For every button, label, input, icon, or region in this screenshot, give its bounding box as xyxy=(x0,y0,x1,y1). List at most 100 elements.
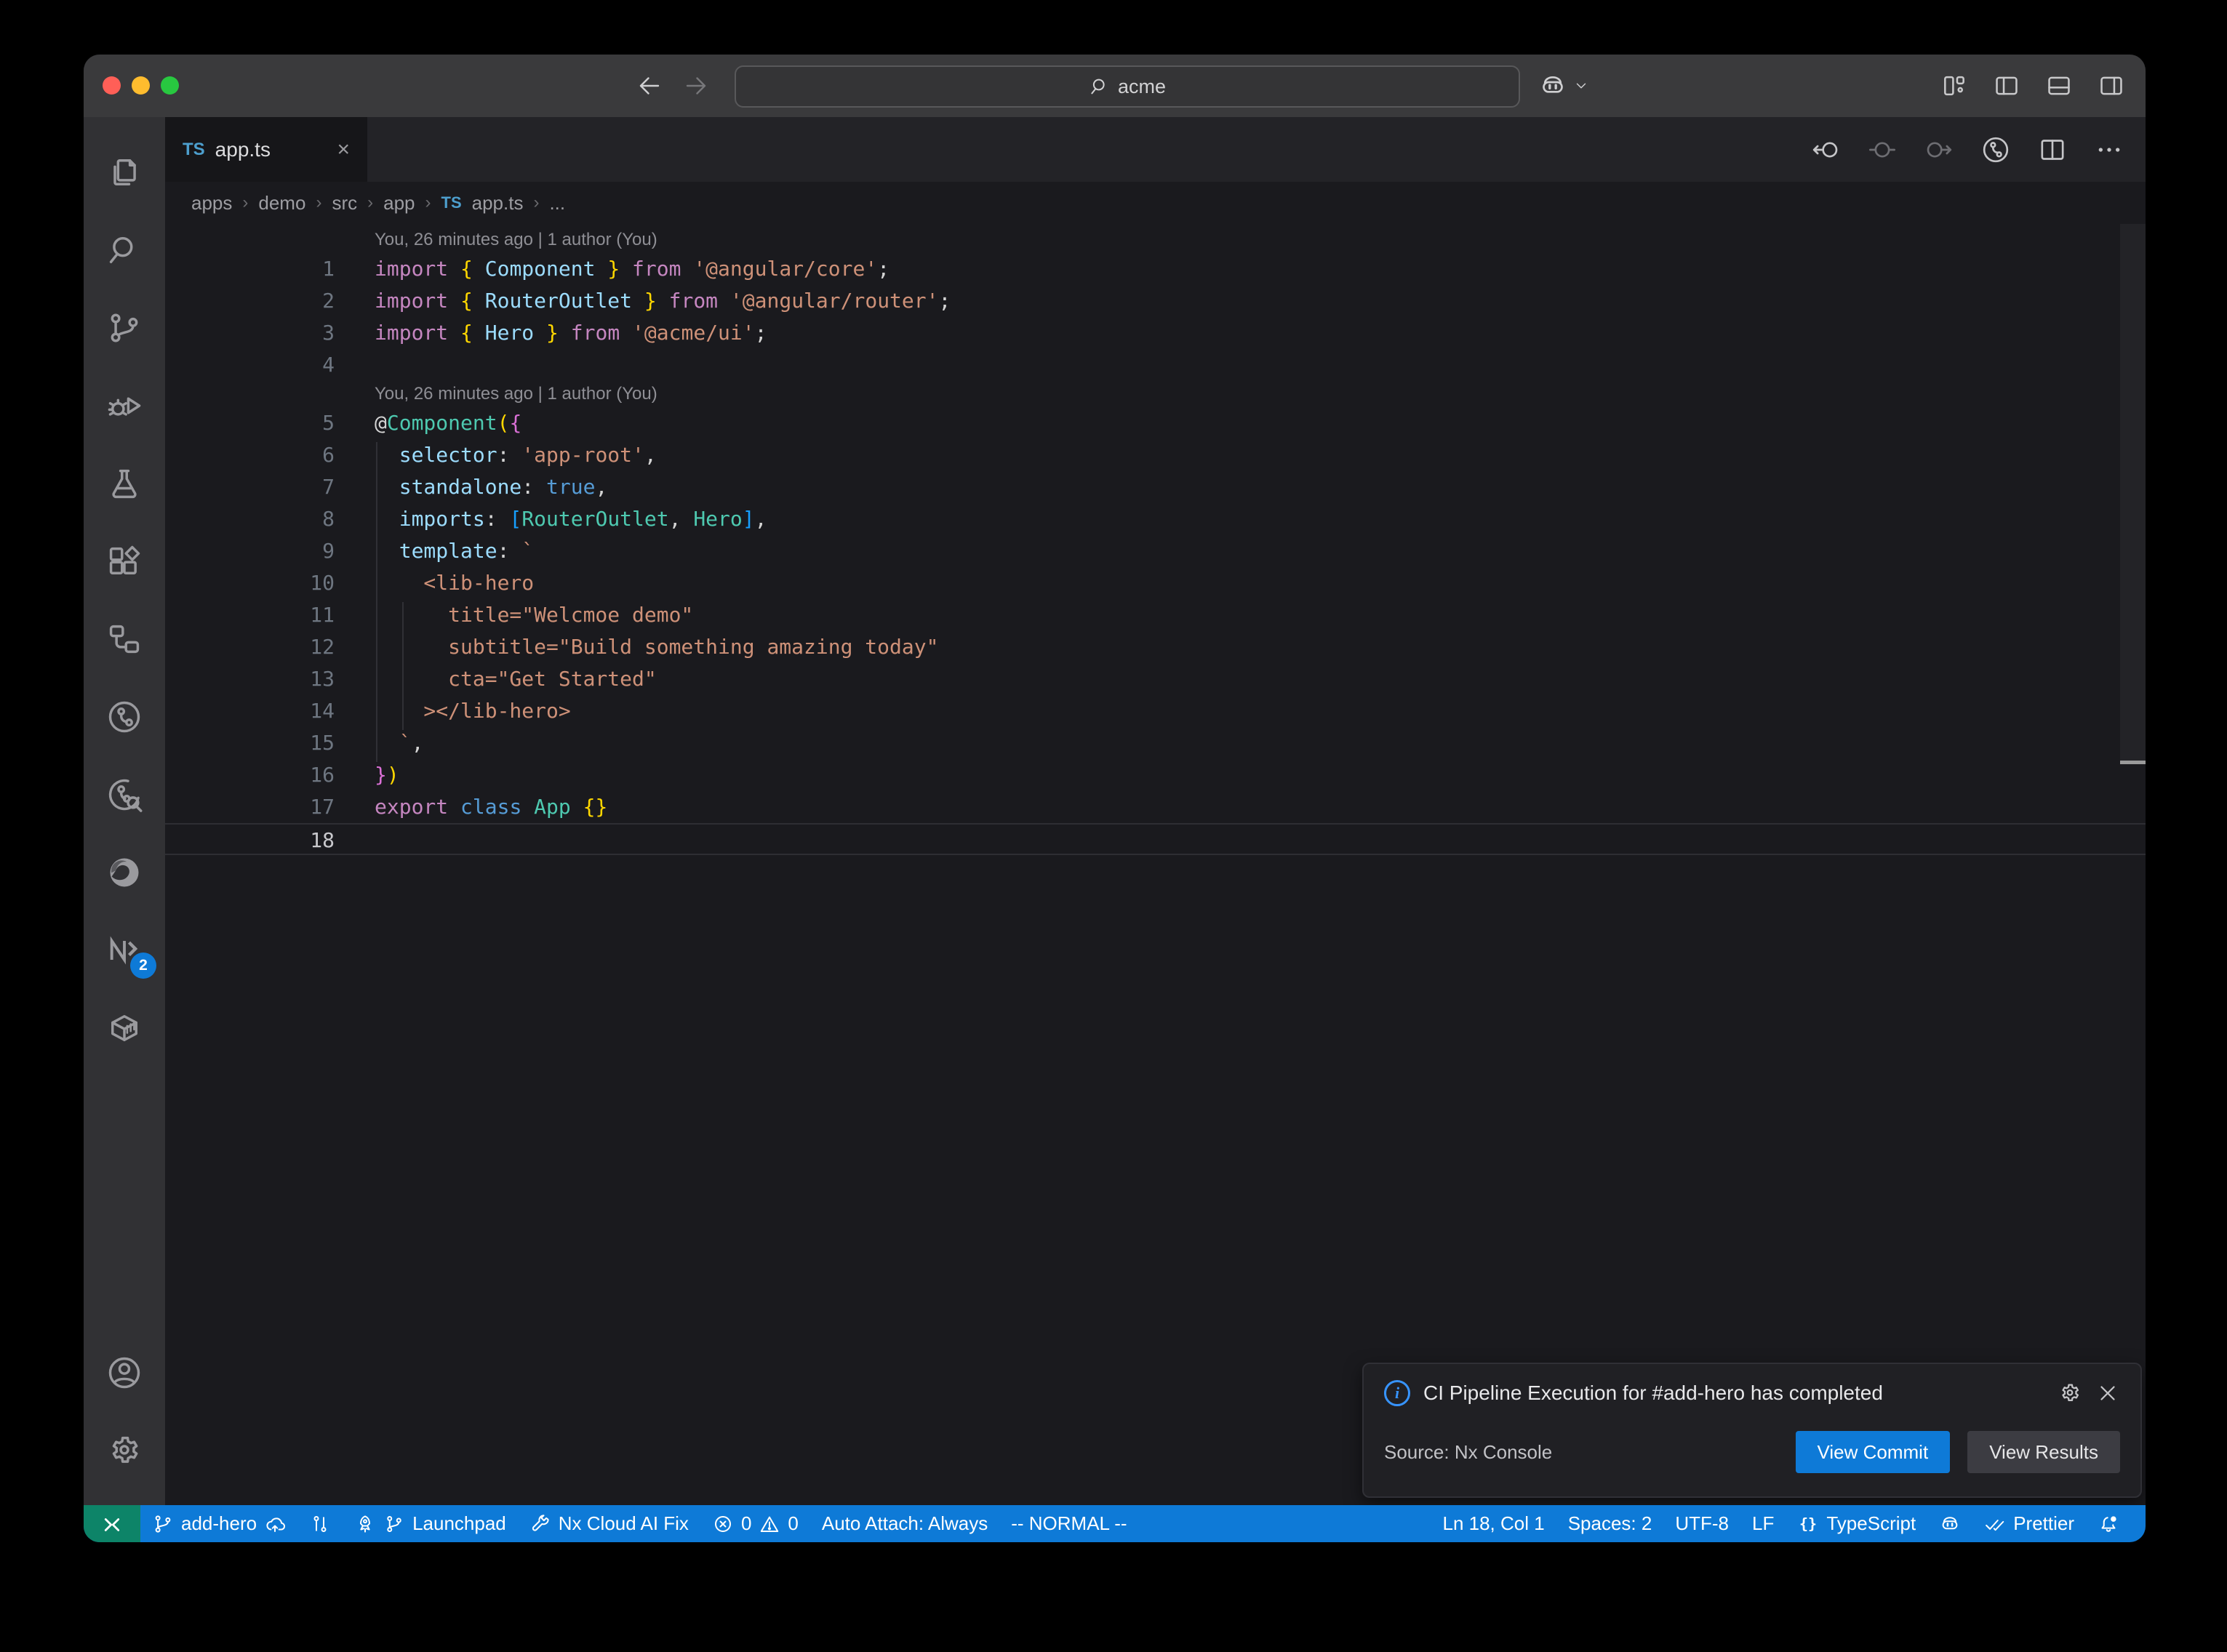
next-change-icon[interactable] xyxy=(1924,135,1954,164)
split-editor-icon[interactable] xyxy=(2038,135,2067,164)
code-line-4[interactable]: 4 xyxy=(165,349,2146,381)
activity-bar-run-and-debug[interactable] xyxy=(84,366,165,444)
run-and-debug-icon xyxy=(105,387,143,425)
breadcrumb-item-src[interactable]: src xyxy=(332,192,357,214)
toggle-primary-sidebar-icon[interactable] xyxy=(1993,72,2020,100)
toggle-secondary-sidebar-icon[interactable] xyxy=(2098,72,2125,100)
breadcrumb-item--[interactable]: ... xyxy=(549,192,565,214)
notification-settings-gear-icon[interactable] xyxy=(2058,1381,2082,1406)
code-line-11[interactable]: 11 title="Welcmoe demo" xyxy=(165,599,2146,631)
status-copilot[interactable] xyxy=(1927,1505,1972,1542)
overview-ruler-mark xyxy=(2120,761,2146,764)
activity-bar-search[interactable] xyxy=(84,211,165,289)
activity-bar-gitlens[interactable] xyxy=(84,678,165,755)
status-indentation[interactable]: Spaces: 2 xyxy=(1556,1505,1664,1542)
activity-bar-containers[interactable] xyxy=(84,989,165,1067)
activity-bar-testing[interactable] xyxy=(84,444,165,522)
activity-bar-nx-console[interactable]: 2 xyxy=(84,911,165,989)
breadcrumb-item-demo[interactable]: demo xyxy=(258,192,305,214)
code-line-5[interactable]: 5@Component({ xyxy=(165,407,2146,439)
code-line-16[interactable]: 16}) xyxy=(165,759,2146,791)
more-actions-icon[interactable] xyxy=(2095,135,2124,164)
copilot-icon[interactable] xyxy=(1538,71,1567,100)
code-line-18[interactable]: 18 xyxy=(165,823,2146,855)
code-line-8[interactable]: 8 imports: [RouterOutlet, Hero], xyxy=(165,503,2146,535)
activity-bar-accounts[interactable] xyxy=(84,1334,165,1411)
zoom-window-button[interactable] xyxy=(161,76,179,95)
customize-layout-icon[interactable] xyxy=(1940,72,1968,100)
status-commit-graph[interactable] xyxy=(297,1505,343,1542)
editor-pane[interactable]: 0You, 26 minutes ago | 1 author (You)1im… xyxy=(165,224,2146,1505)
current-change-icon[interactable] xyxy=(1868,135,1897,164)
code-line-content: ></lib-hero> xyxy=(375,695,571,727)
blame-annotation[interactable]: 0You, 26 minutes ago | 1 author (You) xyxy=(165,227,2146,253)
status-prettier[interactable]: Prettier xyxy=(1972,1505,2086,1542)
status-git-branch[interactable]: add-hero xyxy=(140,1505,297,1542)
status-vim-mode[interactable]: -- NORMAL -- xyxy=(999,1505,1138,1542)
view-commit-button[interactable]: View Commit xyxy=(1796,1431,1951,1473)
status-nx-cloud-ai-fix[interactable]: Nx Cloud AI Fix xyxy=(518,1505,700,1542)
view-results-button[interactable]: View Results xyxy=(1967,1431,2120,1473)
code-line-14[interactable]: 14 ></lib-hero> xyxy=(165,695,2146,727)
scrollbar-thumb[interactable] xyxy=(2120,224,2146,762)
status-launchpad[interactable]: Launchpad xyxy=(343,1505,518,1542)
activity-bar-explorer[interactable] xyxy=(84,133,165,211)
go-back-icon[interactable] xyxy=(636,73,663,99)
breadcrumb-item-app-ts[interactable]: app.ts xyxy=(472,192,524,214)
blame-annotation[interactable]: 0You, 26 minutes ago | 1 author (You) xyxy=(165,381,2146,407)
previous-change-icon[interactable] xyxy=(1811,135,1840,164)
close-window-button[interactable] xyxy=(103,76,121,95)
status-launchpad-label: Launchpad xyxy=(412,1512,506,1535)
status-encoding[interactable]: UTF-8 xyxy=(1663,1505,1740,1542)
chevron-down-icon[interactable] xyxy=(1573,78,1589,94)
activity-bar-extensions[interactable] xyxy=(84,522,165,600)
code-line-content: selector: 'app-root', xyxy=(375,439,657,471)
activity-bar-settings[interactable] xyxy=(84,1411,165,1489)
breadcrumb-item-app[interactable]: app xyxy=(383,192,415,214)
code-line-9[interactable]: 9 template: ` xyxy=(165,535,2146,567)
command-center-search[interactable]: acme xyxy=(735,65,1520,108)
status-remote-indicator[interactable] xyxy=(84,1505,140,1542)
code-line-15[interactable]: 15 `, xyxy=(165,727,2146,759)
tab-app-ts[interactable]: TS app.ts × xyxy=(165,117,367,182)
activity-bar-type-hierarchy[interactable] xyxy=(84,600,165,678)
activity-bar-edge-browser[interactable] xyxy=(84,833,165,911)
toggle-panel-icon[interactable] xyxy=(2045,72,2073,100)
code-token: subtitle="Build something amazing today" xyxy=(375,635,938,659)
code-line-2[interactable]: 2import { RouterOutlet } from '@angular/… xyxy=(165,285,2146,317)
warning-icon xyxy=(759,1513,780,1535)
code-line-6[interactable]: 6 selector: 'app-root', xyxy=(165,439,2146,471)
activity-bar-gitlens-inspect[interactable] xyxy=(84,755,165,833)
gitlens-graph-icon[interactable] xyxy=(1981,135,2010,164)
breadcrumb-item-apps[interactable]: apps xyxy=(191,192,232,214)
code-token: standalone xyxy=(399,475,522,499)
status-auto-attach[interactable]: Auto Attach: Always xyxy=(810,1505,999,1542)
code-line-12[interactable]: 12 subtitle="Build something amazing tod… xyxy=(165,631,2146,663)
notification-close-icon[interactable] xyxy=(2095,1381,2120,1406)
go-forward-icon[interactable] xyxy=(683,73,709,99)
code-token xyxy=(473,321,485,345)
title-bar: acme xyxy=(84,55,2146,117)
code-line-13[interactable]: 13 cta="Get Started" xyxy=(165,663,2146,695)
status-problems[interactable]: 00 xyxy=(700,1505,810,1542)
code-line-10[interactable]: 10 <lib-hero xyxy=(165,567,2146,599)
close-tab-icon[interactable]: × xyxy=(337,139,350,161)
code-line-content: }) xyxy=(375,759,399,791)
code-token xyxy=(375,475,399,499)
line-number: 4 xyxy=(165,349,375,381)
code-line-1[interactable]: 1import { Component } from '@angular/cor… xyxy=(165,253,2146,285)
code-line-7[interactable]: 7 standalone: true, xyxy=(165,471,2146,503)
status-notifications-bell[interactable] xyxy=(2086,1505,2131,1542)
breadcrumb[interactable]: apps›demo›src›app›TSapp.ts›... xyxy=(165,182,2146,224)
minimize-window-button[interactable] xyxy=(132,76,150,95)
status-language-mode[interactable]: {}TypeScript xyxy=(1786,1505,1927,1542)
code-line-3[interactable]: 3import { Hero } from '@acme/ui'; xyxy=(165,317,2146,349)
copilot-menu[interactable] xyxy=(1538,55,1589,117)
activity-bar-source-control[interactable] xyxy=(84,289,165,366)
status-cursor-position[interactable]: Ln 18, Col 1 xyxy=(1431,1505,1556,1542)
editor-scrollbar[interactable] xyxy=(2120,224,2146,1505)
code-line-17[interactable]: 17export class App {} xyxy=(165,791,2146,823)
code-token xyxy=(448,321,460,345)
status-eol[interactable]: LF xyxy=(1740,1505,1786,1542)
code-token xyxy=(448,289,460,313)
